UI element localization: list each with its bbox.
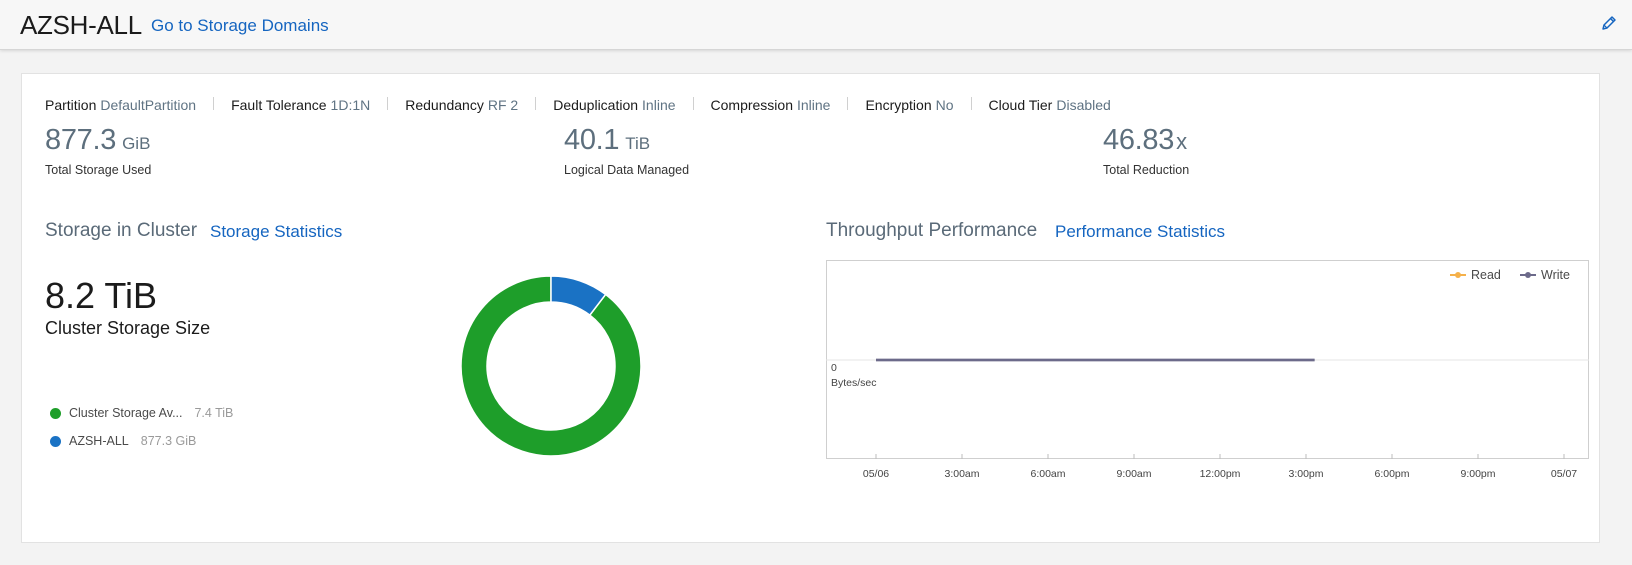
y-axis-zero-label: 0 (831, 362, 837, 374)
x-tick-label: 6:00am (1030, 468, 1066, 480)
legend-dot (50, 407, 61, 419)
divider (970, 97, 972, 110)
legend-value: 877.3 GiB (140, 434, 197, 448)
prop-redundancy: Redundancy RF 2 (405, 97, 518, 113)
prop-key: Encryption (865, 97, 932, 113)
metric-label: Total Storage Used (45, 163, 152, 177)
prop-key: Redundancy (405, 97, 484, 113)
write-series-marker (1520, 272, 1536, 278)
prop-key: Deduplication (553, 97, 639, 113)
legend-label: Write (1541, 268, 1570, 282)
throughput-plot-area (826, 358, 1589, 459)
prop-value: No (935, 97, 954, 113)
prop-partition: Partition DefaultPartition (45, 97, 196, 113)
metric-label: Total Reduction (1103, 163, 1190, 177)
legend-value: 7.4 TiB (194, 406, 234, 420)
cluster-size-label: Cluster Storage Size (45, 318, 211, 338)
x-tick-label: 3:00am (944, 468, 980, 480)
prop-value: Disabled (1056, 97, 1111, 113)
x-tick-label: 9:00am (1116, 468, 1152, 480)
legend-item-azsh-all: AZSH-ALL 877.3 GiB (50, 434, 196, 448)
metric-unit: GiB (122, 134, 151, 153)
legend-read[interactable]: Read (1450, 268, 1501, 282)
cluster-size-value: 8.2 TiB (45, 275, 158, 316)
prop-key: Partition (45, 97, 97, 113)
prop-compression: Compression Inline (711, 97, 831, 113)
read-series-marker (1450, 272, 1466, 278)
prop-deduplication: Deduplication Inline (553, 97, 675, 113)
prop-encryption: Encryption No (865, 97, 953, 113)
storage-statistics-link[interactable]: Storage Statistics (210, 222, 342, 242)
x-tick-label: 12:00pm (1199, 468, 1241, 480)
pencil-icon[interactable] (1600, 14, 1618, 32)
x-tick-label: 9:00pm (1460, 468, 1496, 480)
prop-key: Fault Tolerance (231, 97, 327, 113)
x-tick-label: 05/06 (862, 468, 890, 480)
page-header: AZSH-ALL Go to Storage Domains (0, 0, 1632, 50)
metric-label: Logical Data Managed (564, 163, 690, 177)
divider (692, 97, 694, 110)
metric-value: 40.1 (564, 124, 620, 156)
metric-value: 877.3 (45, 124, 117, 156)
metric-value: 46.83 (1103, 124, 1175, 156)
legend-name: Cluster Storage Av... (69, 406, 183, 420)
y-axis-unit-label: Bytes/sec (831, 377, 877, 389)
x-tick-label: 05/07 (1550, 468, 1578, 480)
legend-label: Read (1471, 268, 1501, 282)
divider (535, 97, 537, 110)
divider (847, 97, 849, 110)
page-title: AZSH-ALL (20, 10, 142, 40)
legend-name: AZSH-ALL (69, 434, 129, 448)
legend-dot (50, 435, 61, 447)
prop-value: 1D:1N (330, 97, 371, 113)
performance-section-title: Throughput Performance (826, 220, 1038, 241)
legend-write[interactable]: Write (1520, 268, 1570, 282)
metric-unit: x (1176, 129, 1188, 154)
performance-statistics-link[interactable]: Performance Statistics (1055, 222, 1225, 242)
prop-value: RF 2 (487, 97, 519, 113)
metric-storage-used: 877.3 GiB Total Storage Used (45, 124, 151, 177)
prop-value: Inline (797, 97, 831, 113)
metric-logical-data: 40.1 TiB Logical Data Managed (564, 124, 689, 177)
prop-value: Inline (642, 97, 676, 113)
legend-item-available: Cluster Storage Av... 7.4 TiB (50, 406, 233, 420)
prop-key: Compression (710, 97, 793, 113)
prop-fault-tolerance: Fault Tolerance 1D:1N (231, 97, 370, 113)
storage-section-title: Storage in Cluster (45, 220, 198, 241)
prop-key: Cloud Tier (988, 97, 1053, 113)
metric-total-reduction: 46.83x Total Reduction (1103, 124, 1189, 177)
metric-unit: TiB (625, 134, 651, 153)
storage-donut-chart (460, 275, 642, 457)
x-tick-label: 6:00pm (1374, 468, 1410, 480)
prop-cloud-tier: Cloud Tier Disabled (989, 97, 1111, 113)
x-tick-label: 3:00pm (1288, 468, 1324, 480)
prop-value: DefaultPartition (100, 97, 197, 113)
donut-slice-available[interactable] (460, 275, 642, 457)
divider (213, 97, 215, 110)
go-to-storage-domains-link[interactable]: Go to Storage Domains (151, 16, 329, 36)
divider (387, 97, 389, 110)
properties-row: Partition DefaultPartition Fault Toleran… (45, 97, 1111, 113)
